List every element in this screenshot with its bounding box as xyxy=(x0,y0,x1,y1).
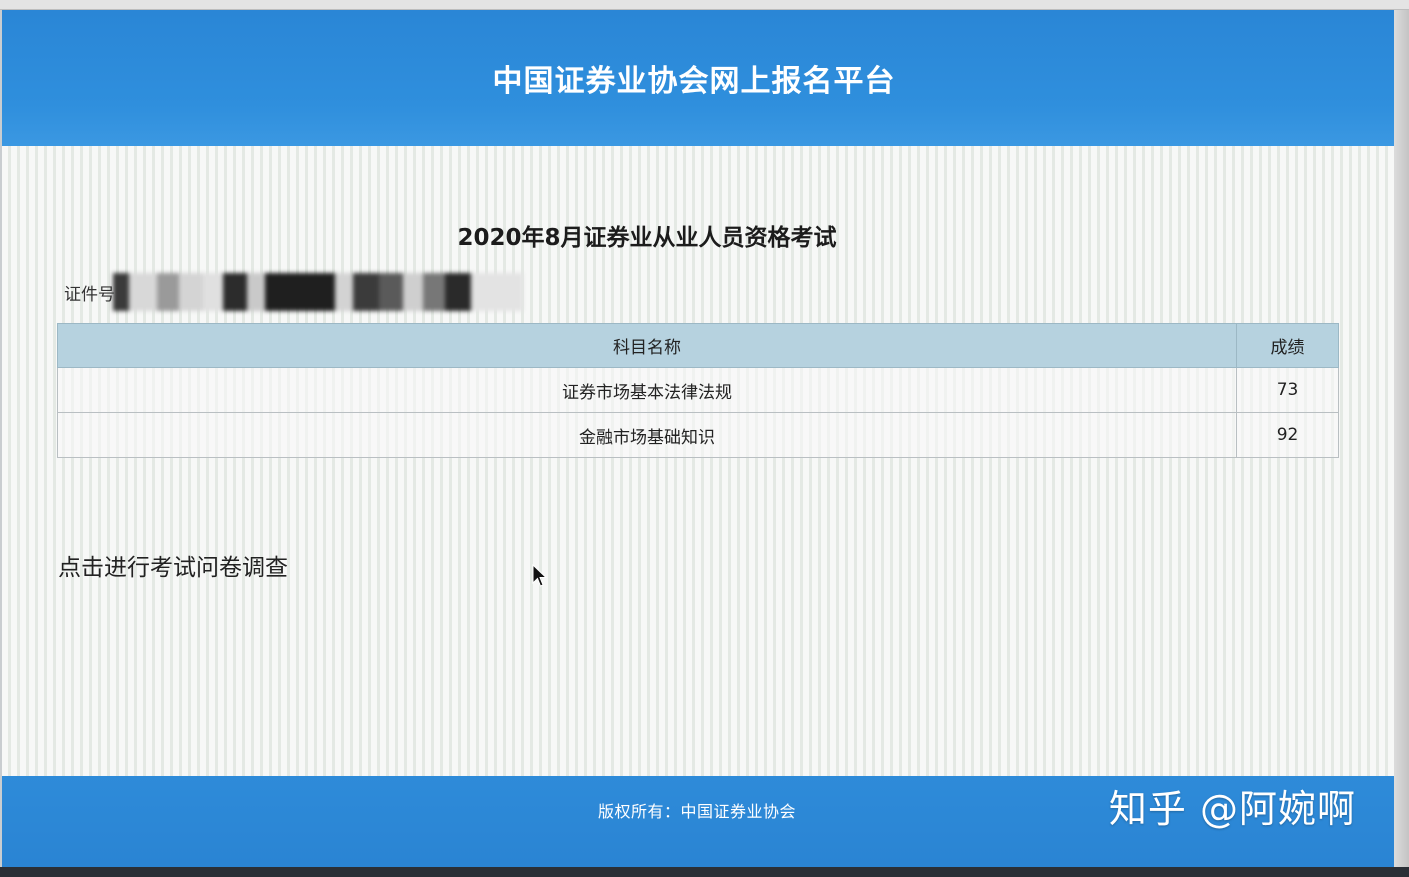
score-table: 科目名称 成绩 证券市场基本法律法规 73 金融市场基础知识 92 xyxy=(56,323,1339,458)
site-header: 中国证券业协会网上报名平台 xyxy=(2,10,1394,146)
id-number-label: 证件号 xyxy=(64,284,115,305)
id-number-mosaic xyxy=(113,273,523,311)
site-title: 中国证券业协会网上报名平台 xyxy=(492,64,896,99)
table-header-row: 科目名称 成绩 xyxy=(56,323,1339,368)
photo-stage: 中国证券业协会网上报名平台 2020年8月证券业从业人员资格考试 证件号 科目名… xyxy=(0,0,1409,877)
main-content: 2020年8月证券业从业人员资格考试 证件号 科目名称 成绩 证券市场基本法律法… xyxy=(2,146,1394,776)
score-cell: 73 xyxy=(1236,367,1339,413)
subject-cell: 证券市场基本法律法规 xyxy=(56,367,1238,413)
score-column-header: 成绩 xyxy=(1236,323,1339,368)
id-number-row: 证件号 xyxy=(64,272,523,312)
table-row: 证券市场基本法律法规 73 xyxy=(56,367,1339,413)
table-row: 金融市场基础知识 92 xyxy=(56,412,1339,458)
browser-viewport: 中国证券业协会网上报名平台 2020年8月证券业从业人员资格考试 证件号 科目名… xyxy=(2,10,1394,867)
survey-link[interactable]: 点击进行考试问卷调查 xyxy=(58,548,288,582)
site-footer: 版权所有：中国证券业协会 知乎 @阿婉啊 xyxy=(2,776,1394,867)
exam-title: 2020年8月证券业从业人员资格考试 xyxy=(457,225,837,251)
screen-bezel-bottom xyxy=(0,867,1409,877)
subject-cell: 金融市场基础知识 xyxy=(56,412,1238,458)
browser-tab-strip xyxy=(0,0,1409,10)
zhihu-watermark: 知乎 @阿婉啊 xyxy=(1108,787,1356,831)
mouse-pointer-icon xyxy=(532,564,548,587)
screen-bezel-right xyxy=(1394,10,1409,867)
score-cell: 92 xyxy=(1236,412,1339,458)
subject-column-header: 科目名称 xyxy=(56,323,1238,368)
